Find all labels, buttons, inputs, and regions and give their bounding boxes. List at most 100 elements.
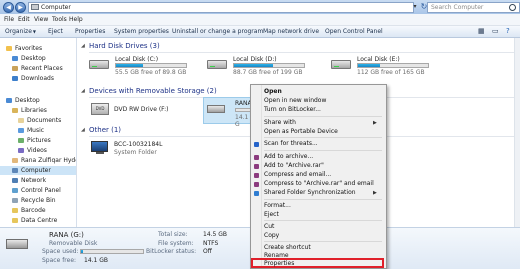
menu-add-rar[interactable]: Add to "Archive.rar": [264, 162, 324, 170]
menu-eject[interactable]: Eject: [264, 211, 279, 219]
drive-name: Local Disk (D:): [233, 56, 277, 63]
total-size-value: 14.5 GB: [203, 231, 228, 238]
menu-cut[interactable]: Cut: [264, 223, 274, 231]
menu-open-portable[interactable]: Open as Portable Device: [264, 128, 338, 136]
help-icon[interactable]: ?: [506, 27, 510, 36]
nav-label: Desktop: [15, 97, 40, 104]
collapse-icon[interactable]: ◢: [81, 88, 85, 94]
eject-button[interactable]: Eject: [48, 27, 63, 36]
nav-data-centre[interactable]: Data Centre: [0, 216, 76, 225]
view-options-icon[interactable]: ▦: [478, 27, 485, 36]
winrar-icon: [254, 155, 259, 160]
menu-separator: [264, 220, 382, 221]
group-other[interactable]: Other (1): [89, 126, 121, 134]
chevron-down-icon: ▼: [32, 29, 36, 34]
menu-tools[interactable]: Tools: [52, 15, 67, 24]
drive-e[interactable]: Local Disk (E:) 112 GB free of 165 GB: [331, 56, 451, 80]
organize-label: Organize: [5, 28, 32, 35]
nav-desktop[interactable]: Desktop: [0, 96, 76, 105]
menu-edit[interactable]: Edit: [18, 15, 30, 24]
drive-dvd[interactable]: DVD DVD RW Drive (F:): [91, 102, 187, 118]
menu-separator: [264, 150, 382, 151]
space-free-label: Space free:: [42, 257, 77, 264]
system-properties-button[interactable]: System properties: [114, 27, 169, 36]
nav-recycle-bin[interactable]: Recycle Bin: [0, 196, 76, 205]
drive-usage-fill: [116, 64, 143, 67]
menu-help[interactable]: Help: [69, 15, 83, 24]
nav-recent-places[interactable]: Recent Places: [0, 64, 76, 73]
sync-icon: [254, 191, 259, 196]
context-menu: Open Open in new window Turn on BitLocke…: [250, 84, 387, 269]
file-system-value: NTFS: [203, 240, 219, 247]
nav-downloads[interactable]: Downloads: [0, 74, 76, 83]
menu-add-archive[interactable]: Add to archive...: [264, 153, 313, 161]
organize-button[interactable]: Organize▼: [5, 27, 36, 36]
nav-label: Downloads: [21, 75, 54, 82]
nav-libraries[interactable]: Libraries: [0, 106, 76, 115]
drive-d[interactable]: Local Disk (D:) 88.7 GB free of 199 GB: [207, 56, 327, 80]
nav-documents[interactable]: Documents: [0, 116, 76, 125]
menu-shared-folder-sync[interactable]: Shared Folder Synchronization: [264, 189, 356, 197]
menu-create-shortcut[interactable]: Create shortcut: [264, 244, 311, 252]
nav-label: Favorites: [15, 45, 43, 52]
music-icon: [18, 128, 24, 133]
collapse-icon[interactable]: ◢: [81, 43, 85, 49]
file-system-label: File system:: [158, 240, 194, 247]
back-button[interactable]: ◀: [3, 2, 14, 13]
menu-compress-rar-email[interactable]: Compress to "Archive.rar" and email: [264, 180, 374, 188]
control-panel-icon: [12, 188, 18, 193]
menu-copy[interactable]: Copy: [264, 232, 279, 240]
nav-music[interactable]: Music: [0, 126, 76, 135]
group-hard-disk-drives[interactable]: Hard Disk Drives (3): [89, 42, 160, 50]
search-icon[interactable]: [509, 4, 516, 11]
menu-properties[interactable]: Properties: [264, 260, 294, 268]
nav-label: Music: [27, 127, 45, 134]
nav-control-panel[interactable]: Control Panel: [0, 186, 76, 195]
nav-barcode[interactable]: Barcode: [0, 206, 76, 215]
menu-compress-email[interactable]: Compress and email...: [264, 171, 331, 179]
address-field[interactable]: Computer: [28, 2, 414, 13]
nav-videos[interactable]: Videos: [0, 146, 76, 155]
nav-favorites[interactable]: Favorites: [0, 44, 76, 53]
vertical-scrollbar[interactable]: [514, 38, 520, 227]
menu-separator: [264, 137, 382, 138]
winrar-icon: [254, 182, 259, 187]
search-placeholder: Search Computer: [431, 4, 484, 11]
nav-label: Documents: [27, 117, 62, 124]
search-input[interactable]: Search Computer: [427, 2, 520, 13]
drive-usage-bar: [357, 63, 429, 68]
nav-label: Pictures: [27, 137, 51, 144]
forward-button[interactable]: ▶: [15, 2, 26, 13]
collapse-icon[interactable]: ◢: [81, 127, 85, 133]
menu-file[interactable]: File: [4, 15, 14, 24]
nav-user[interactable]: Rana Zulfiqar Hyder: [0, 156, 76, 165]
hard-drive-icon: [207, 60, 227, 69]
menu-scan-threats[interactable]: Scan for threats...: [264, 140, 318, 148]
menu-format[interactable]: Format...: [264, 202, 291, 210]
nav-label: Rana Zulfiqar Hyder: [21, 157, 76, 164]
open-control-panel-button[interactable]: Open Control Panel: [325, 27, 383, 36]
drive-c[interactable]: Local Disk (C:) 55.5 GB free of 89.8 GB: [89, 56, 209, 80]
uninstall-program-button[interactable]: Uninstall or change a program: [172, 27, 263, 36]
preview-pane-icon[interactable]: ▭: [492, 27, 499, 36]
map-network-drive-button[interactable]: Map network drive: [263, 27, 319, 36]
system-folder-item[interactable]: BCC-10032184L System Folder: [91, 139, 211, 163]
item-type: System Folder: [114, 149, 157, 156]
nav-label: Libraries: [21, 107, 47, 114]
chevron-down-icon[interactable]: ▾: [412, 3, 418, 11]
drive-name: Local Disk (E:): [357, 56, 400, 63]
menu-open[interactable]: Open: [264, 88, 282, 96]
drive-rana-selected[interactable]: RANA 14.1 G: [203, 97, 253, 128]
menu-view[interactable]: View: [34, 15, 48, 24]
submenu-arrow-icon: ▶: [373, 120, 377, 126]
nav-network[interactable]: Network: [0, 176, 76, 185]
nav-pictures[interactable]: Pictures: [0, 136, 76, 145]
group-removable-storage[interactable]: Devices with Removable Storage (2): [89, 87, 217, 95]
nav-label: Barcode: [21, 207, 46, 214]
nav-computer[interactable]: Computer: [0, 166, 76, 175]
menu-turn-on-bitlocker[interactable]: Turn on BitLocker...: [264, 106, 321, 114]
menu-open-new-window[interactable]: Open in new window: [264, 97, 326, 105]
nav-desktop-fav[interactable]: Desktop: [0, 54, 76, 63]
menu-share-with[interactable]: Share with: [264, 119, 296, 127]
properties-button[interactable]: Properties: [75, 27, 105, 36]
